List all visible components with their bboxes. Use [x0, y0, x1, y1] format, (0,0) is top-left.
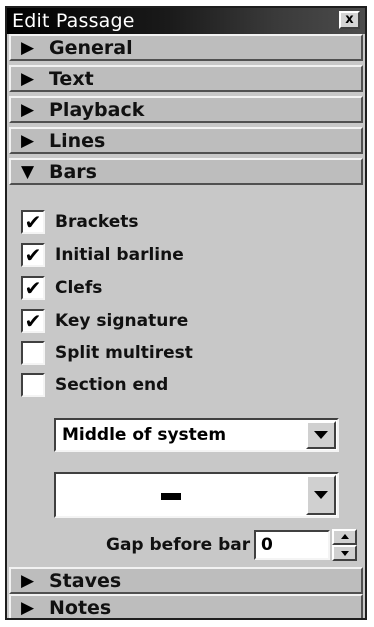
position-select-value: Middle of system	[62, 425, 227, 445]
expand-arrow-icon: ▶	[21, 571, 35, 591]
expand-arrow-icon: ▶	[21, 100, 35, 120]
clefs-checkbox[interactable]: ✔	[21, 276, 45, 300]
section-label: Text	[49, 68, 94, 90]
expand-arrow-icon: ▶	[21, 69, 35, 89]
section-label: Notes	[49, 597, 112, 619]
section-end-checkbox[interactable]	[21, 373, 45, 397]
checkbox-label: Split multirest	[55, 343, 193, 363]
expand-arrow-icon: ▶	[21, 131, 35, 151]
window-title: Edit Passage	[12, 10, 135, 32]
gap-before-bar-label: Gap before bar	[106, 535, 251, 555]
section-lines[interactable]: ▶ Lines	[9, 127, 363, 154]
gap-before-bar-input[interactable]: 0	[254, 530, 330, 560]
close-button[interactable]: x	[339, 11, 360, 29]
barline-style-select[interactable]	[54, 472, 339, 518]
barline-dash-icon	[161, 493, 181, 500]
checkbox-label: Clefs	[55, 278, 103, 298]
brackets-checkbox[interactable]: ✔	[21, 210, 45, 234]
checkbox-label: Initial barline	[55, 245, 184, 265]
spin-up-button[interactable]	[332, 529, 357, 545]
dropdown-button[interactable]	[306, 421, 336, 449]
expand-arrow-icon: ▶	[21, 38, 35, 58]
arrow-down-icon	[340, 551, 349, 556]
check-mark-icon: ✔	[24, 309, 42, 333]
section-playback[interactable]: ▶ Playback	[9, 96, 363, 123]
section-notes[interactable]: ▶ Notes	[9, 594, 363, 619]
position-select[interactable]: Middle of system	[54, 418, 339, 452]
expand-arrow-icon: ▶	[21, 598, 35, 618]
section-staves[interactable]: ▶ Staves	[9, 567, 363, 594]
collapse-arrow-icon: ▼	[21, 162, 35, 182]
edit-passage-window: Edit Passage x ▶ General ▶ Text ▶ Playba…	[5, 6, 367, 620]
key-signature-checkbox[interactable]: ✔	[21, 309, 45, 333]
section-label: General	[49, 37, 133, 59]
section-bars[interactable]: ▼ Bars	[9, 158, 363, 185]
chevron-down-icon	[314, 431, 328, 439]
section-label: Bars	[49, 161, 97, 183]
section-label: Staves	[49, 570, 122, 592]
check-mark-icon: ✔	[24, 243, 42, 267]
arrow-up-icon	[340, 534, 349, 539]
check-mark-icon: ✔	[24, 210, 42, 234]
split-multirest-checkbox[interactable]	[21, 341, 45, 365]
chevron-down-icon	[314, 491, 328, 499]
dropdown-button[interactable]	[306, 475, 336, 515]
spin-down-button[interactable]	[332, 545, 357, 561]
section-label: Lines	[49, 130, 106, 152]
initial-barline-checkbox[interactable]: ✔	[21, 243, 45, 267]
checkbox-label: Key signature	[55, 311, 189, 331]
section-label: Playback	[49, 99, 145, 121]
checkbox-label: Section end	[55, 375, 169, 395]
checkbox-label: Brackets	[55, 212, 139, 232]
section-text[interactable]: ▶ Text	[9, 65, 363, 92]
check-mark-icon: ✔	[24, 276, 42, 300]
title-bar[interactable]: Edit Passage x	[7, 8, 365, 34]
close-icon: x	[345, 12, 354, 27]
gap-spinner[interactable]	[332, 529, 357, 561]
section-general[interactable]: ▶ General	[9, 34, 363, 61]
